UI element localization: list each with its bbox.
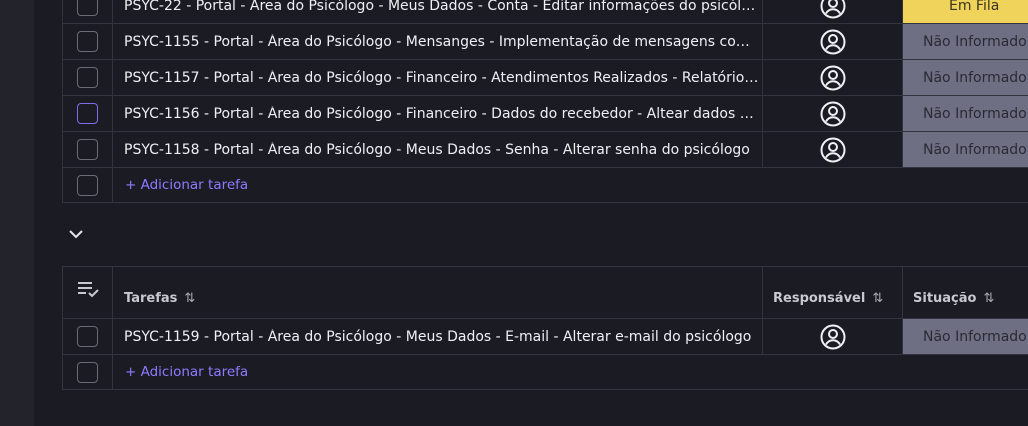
table-row[interactable]: PSYC-1156 - Portal - Área do Psicólogo -… xyxy=(63,96,1028,132)
task-title[interactable]: PSYC-1156 - Portal - Área do Psicólogo -… xyxy=(124,106,760,122)
sort-icon[interactable]: ⇅ xyxy=(872,291,883,306)
task-title[interactable]: PSYC-1159 - Portal - Área do Psicólogo -… xyxy=(124,329,751,345)
status-badge[interactable]: Não Informado xyxy=(903,96,1028,131)
task-table-group-2: Tarefas ⇅ Responsável ⇅ Situação ⇅ PSYC-115… xyxy=(62,266,1028,390)
task-title[interactable]: PSYC-1158 - Portal - Área do Psicólogo -… xyxy=(124,142,750,158)
table-row[interactable]: PSYC-1157 - Portal - Área do Psicólogo -… xyxy=(63,60,1028,96)
list-check-icon[interactable] xyxy=(76,279,100,299)
row-checkbox[interactable] xyxy=(77,174,98,196)
column-header-status[interactable]: Situação ⇅ xyxy=(903,267,1028,318)
status-badge[interactable]: Não Informado xyxy=(903,24,1028,59)
add-task-row[interactable]: + Adicionar tarefa xyxy=(63,168,1028,203)
row-checkbox[interactable] xyxy=(77,31,98,52)
user-circle-icon[interactable] xyxy=(820,29,846,55)
add-task-link[interactable]: + Adicionar tarefa xyxy=(125,364,248,380)
status-badge[interactable]: Não Informado xyxy=(903,60,1028,95)
chevron-down-icon[interactable] xyxy=(66,226,86,242)
table-row[interactable]: PSYC-1159 - Portal - Área do Psicólogo -… xyxy=(63,319,1028,355)
left-sidebar xyxy=(0,0,34,426)
task-table-group-1: PSYC-22 - Portal - Área do Psicólogo - M… xyxy=(62,0,1028,203)
user-circle-icon[interactable] xyxy=(820,324,846,350)
table-row[interactable]: PSYC-1155 - Portal - Área do Psicólogo -… xyxy=(63,24,1028,60)
row-checkbox[interactable] xyxy=(77,361,98,383)
column-header-tasks[interactable]: Tarefas ⇅ xyxy=(113,267,763,318)
user-circle-icon[interactable] xyxy=(820,65,846,91)
user-circle-icon[interactable] xyxy=(820,0,846,19)
add-task-row[interactable]: + Adicionar tarefa xyxy=(63,355,1028,390)
row-checkbox[interactable] xyxy=(77,139,98,160)
table-row[interactable]: PSYC-22 - Portal - Área do Psicólogo - M… xyxy=(63,0,1028,24)
table-row[interactable]: PSYC-1158 - Portal - Área do Psicólogo -… xyxy=(63,132,1028,168)
table-header: Tarefas ⇅ Responsável ⇅ Situação ⇅ xyxy=(63,267,1028,319)
task-title[interactable]: PSYC-22 - Portal - Área do Psicólogo - M… xyxy=(124,0,760,14)
column-header-responsible[interactable]: Responsável ⇅ xyxy=(763,267,903,318)
sort-icon[interactable]: ⇅ xyxy=(184,291,195,306)
user-circle-icon[interactable] xyxy=(820,101,846,127)
row-checkbox[interactable] xyxy=(77,103,98,124)
row-checkbox[interactable] xyxy=(77,67,98,88)
row-checkbox[interactable] xyxy=(77,326,98,347)
add-task-link[interactable]: + Adicionar tarefa xyxy=(125,177,248,193)
task-title[interactable]: PSYC-1155 - Portal - Área do Psicólogo -… xyxy=(124,34,760,50)
task-title[interactable]: PSYC-1157 - Portal - Área do Psicólogo -… xyxy=(124,70,760,86)
status-badge[interactable]: Não Informado xyxy=(903,319,1028,354)
status-badge[interactable]: Em Fila xyxy=(903,0,1028,23)
sort-icon[interactable]: ⇅ xyxy=(983,291,994,306)
user-circle-icon[interactable] xyxy=(820,137,846,163)
row-checkbox[interactable] xyxy=(77,0,98,16)
status-badge[interactable]: Não Informado xyxy=(903,132,1028,167)
